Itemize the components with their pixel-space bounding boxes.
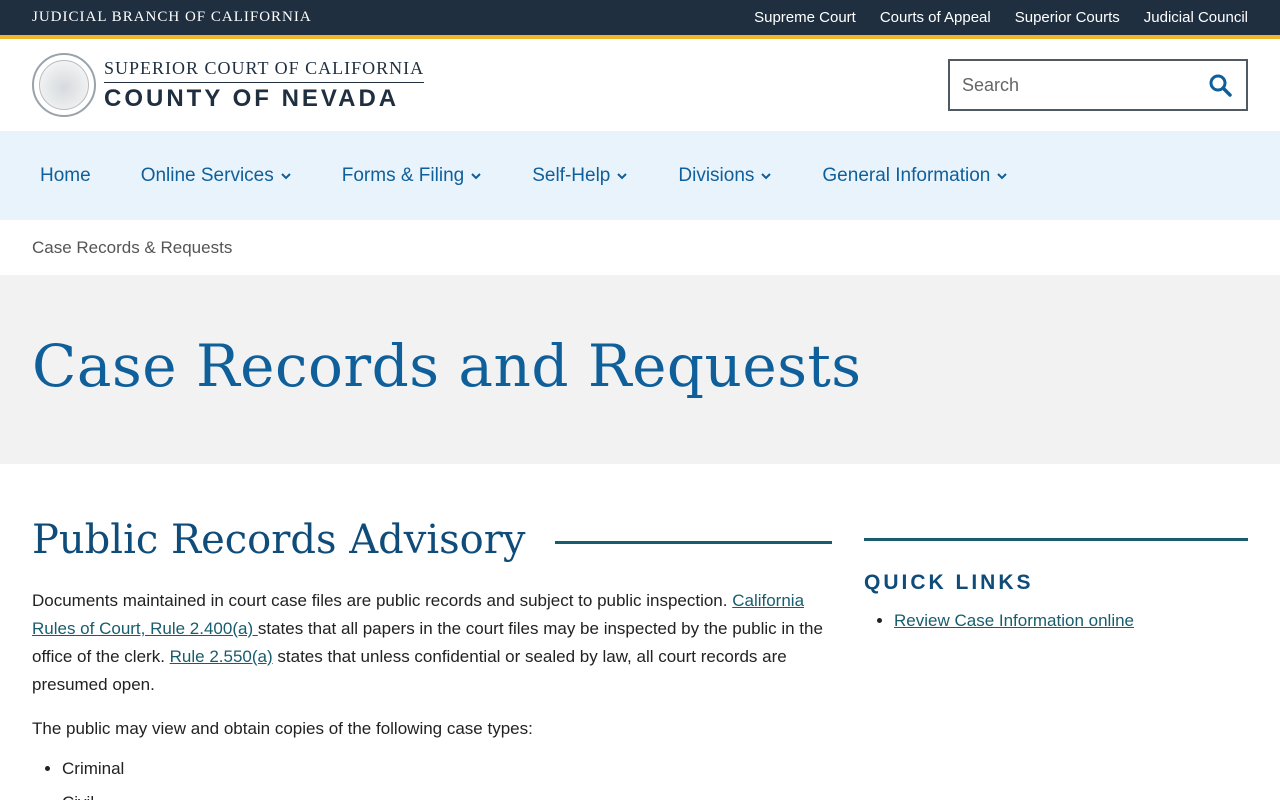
quick-links-list: Review Case Information online (864, 611, 1248, 631)
page-hero: Case Records and Requests (0, 275, 1280, 464)
advisory-paragraph: Documents maintained in court case files… (32, 591, 823, 694)
judicial-branch-brand[interactable]: JUDICIAL BRANCH OF CALIFORNIA (32, 9, 312, 26)
logo-superior-court: SUPERIOR COURT OF CALIFORNIA (104, 58, 425, 83)
site-header: SUPERIOR COURT OF CALIFORNIA COUNTY OF N… (0, 39, 1280, 131)
nav-home[interactable]: Home (40, 165, 91, 187)
nav-divisions[interactable]: Divisions (678, 165, 772, 187)
court-seal-icon (32, 53, 96, 117)
link-courts-of-appeal[interactable]: Courts of Appeal (880, 9, 991, 26)
chevron-down-icon (617, 172, 628, 179)
main-column: Public Records Advisory Documents mainta… (32, 514, 832, 800)
link-superior-courts[interactable]: Superior Courts (1015, 9, 1120, 26)
sidebar: QUICK LINKS Review Case Information onli… (864, 514, 1248, 800)
case-types-list: Criminal Civil (32, 757, 832, 800)
list-item: Civil (62, 791, 832, 800)
breadcrumb: Case Records & Requests (0, 220, 1280, 275)
search-input[interactable] (962, 74, 1182, 96)
utility-links: Supreme Court Courts of Appeal Superior … (754, 9, 1248, 26)
breadcrumb-current: Case Records & Requests (32, 237, 233, 257)
chevron-down-icon (471, 172, 481, 179)
list-item: Criminal (62, 757, 832, 781)
link-rule-2-550a[interactable]: Rule 2.550(a) (170, 647, 273, 666)
nav-self-help[interactable]: Self-Help (532, 165, 628, 187)
nav-forms-filing[interactable]: Forms & Filing (342, 165, 482, 187)
list-item: Review Case Information online (894, 611, 1248, 631)
utility-bar: JUDICIAL BRANCH OF CALIFORNIA Supreme Co… (0, 0, 1280, 35)
logo-county: COUNTY OF NEVADA (104, 84, 400, 112)
nav-online-services[interactable]: Online Services (141, 165, 292, 187)
section-title: Public Records Advisory (32, 517, 526, 563)
link-judicial-council[interactable]: Judicial Council (1144, 9, 1248, 26)
section-divider (555, 540, 832, 544)
search-icon[interactable] (1206, 71, 1234, 99)
link-review-case-information[interactable]: Review Case Information online (894, 611, 1134, 630)
page-title: Case Records and Requests (32, 331, 862, 400)
chevron-down-icon (281, 172, 291, 179)
court-logo[interactable]: SUPERIOR COURT OF CALIFORNIA COUNTY OF N… (32, 53, 425, 117)
chevron-down-icon (761, 172, 772, 179)
sidebar-divider (864, 538, 1248, 541)
search-box (948, 59, 1248, 111)
content-area: Public Records Advisory Documents mainta… (0, 464, 1280, 800)
nav-general-information[interactable]: General Information (822, 165, 1008, 187)
link-supreme-court[interactable]: Supreme Court (754, 9, 856, 26)
main-navigation: Home Online Services Forms & Filing Self… (0, 131, 1280, 220)
case-types-intro: The public may view and obtain copies of… (32, 719, 533, 738)
chevron-down-icon (997, 172, 1008, 179)
quick-links-title: QUICK LINKS (864, 571, 1034, 594)
